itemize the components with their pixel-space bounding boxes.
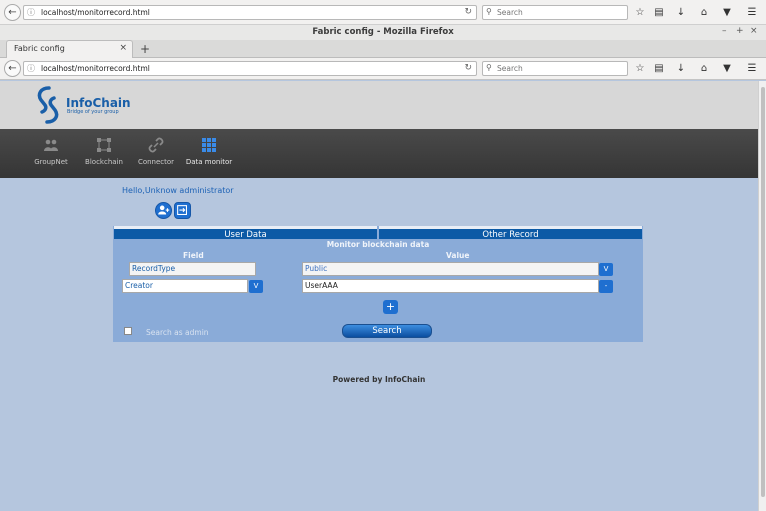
minimize-icon[interactable]: – bbox=[722, 26, 727, 36]
ghost-back-button[interactable]: ← bbox=[4, 4, 21, 21]
bookmark-star-icon[interactable]: ☆ bbox=[633, 6, 647, 20]
ghost-search-input[interactable] bbox=[497, 7, 625, 18]
close-tab-icon[interactable]: × bbox=[119, 43, 127, 53]
value-dropdown-button[interactable]: V bbox=[599, 263, 613, 276]
reading-list-icon[interactable]: ▤ bbox=[652, 62, 666, 76]
user-add-button[interactable] bbox=[155, 202, 172, 219]
value-input-public[interactable]: Public bbox=[302, 262, 599, 276]
scrollbar-thumb[interactable] bbox=[761, 87, 765, 497]
url-text: localhost/monitorrecord.html bbox=[41, 64, 150, 73]
infochain-logo-icon bbox=[37, 86, 59, 124]
url-path: /monitorrecord.html bbox=[74, 64, 150, 73]
monitor-title: Monitor blockchain data bbox=[326, 240, 430, 249]
nav-label-connector: Connector bbox=[137, 158, 175, 166]
reload-icon[interactable]: ↻ bbox=[464, 7, 472, 17]
nav-item-groupnet[interactable]: GroupNet bbox=[25, 137, 77, 166]
ghost-toolbar: ← ⓘ localhost/monitorrecord.html ↻ ⚲ ☆ ▤… bbox=[0, 0, 766, 25]
download-icon[interactable]: ↓ bbox=[674, 62, 688, 76]
ghost-url-bar[interactable]: ⓘ localhost/monitorrecord.html ↻ bbox=[23, 5, 477, 20]
back-button[interactable]: ← bbox=[4, 60, 21, 77]
search-as-admin-checkbox[interactable] bbox=[124, 327, 132, 335]
link-icon bbox=[148, 137, 164, 153]
browser-tab[interactable]: Fabric config × bbox=[6, 40, 133, 58]
ghost-url-text: localhost/monitorrecord.html bbox=[41, 8, 150, 17]
tab-strip: Fabric config × + bbox=[0, 40, 766, 58]
add-row-button[interactable]: + bbox=[383, 300, 398, 314]
nav-item-data-monitor[interactable]: Data monitor bbox=[183, 137, 235, 166]
group-icon bbox=[44, 139, 58, 151]
grid-icon bbox=[202, 138, 216, 152]
pocket-icon[interactable]: ▼ bbox=[720, 6, 734, 20]
value-input-useraaa[interactable]: UserAAA bbox=[302, 279, 599, 293]
maximize-icon[interactable]: + bbox=[736, 26, 744, 36]
search-input[interactable] bbox=[497, 63, 625, 74]
field-dropdown-button[interactable]: V bbox=[249, 280, 263, 293]
home-icon[interactable]: ⌂ bbox=[697, 6, 711, 20]
window-title: Fabric config - Mozilla Firefox bbox=[312, 27, 454, 37]
logout-icon bbox=[177, 205, 187, 215]
reading-list-icon[interactable]: ▤ bbox=[652, 6, 666, 20]
site-header: InfoChain Bridge of your group bbox=[0, 81, 758, 129]
field-input-creator[interactable]: Creator bbox=[122, 279, 248, 293]
nav-label-blockchain: Blockchain bbox=[85, 158, 123, 166]
new-tab-icon[interactable]: + bbox=[140, 42, 150, 56]
search-icon: ⚲ bbox=[486, 63, 492, 72]
ghost-search-box[interactable]: ⚲ bbox=[482, 5, 628, 20]
nav-label-data-monitor: Data monitor bbox=[185, 158, 233, 166]
reload-icon[interactable]: ↻ bbox=[464, 63, 472, 73]
nav-item-blockchain[interactable]: Blockchain bbox=[78, 137, 130, 166]
nav-item-connector[interactable]: Connector bbox=[130, 137, 182, 166]
info-icon: ⓘ bbox=[27, 8, 35, 17]
search-icon: ⚲ bbox=[486, 7, 492, 16]
logo-name: InfoChain bbox=[66, 96, 131, 110]
field-input-recordtype[interactable]: RecordType bbox=[129, 262, 256, 276]
tab-user-data[interactable]: User Data bbox=[114, 226, 377, 240]
navigation-bar: ← ⓘ localhost/monitorrecord.html ↻ ⚲ ☆ ▤… bbox=[0, 58, 766, 80]
menu-icon[interactable]: ☰ bbox=[745, 62, 759, 76]
value-column-header: Value bbox=[446, 251, 470, 260]
field-column-header: Field bbox=[183, 251, 204, 260]
logo-tagline: Bridge of your group bbox=[67, 109, 119, 115]
search-button[interactable]: Search bbox=[342, 324, 432, 338]
browser-tab-label: Fabric config bbox=[14, 44, 65, 53]
monitor-panel: User Data Other Record Monitor blockchai… bbox=[113, 226, 643, 342]
info-icon: ⓘ bbox=[27, 64, 35, 73]
page-content: InfoChain Bridge of your group GroupNet … bbox=[0, 81, 758, 511]
user-add-icon bbox=[158, 205, 170, 215]
greeting-text: Hello,Unknow administrator bbox=[122, 186, 234, 195]
footer-text: Powered by InfoChain bbox=[332, 375, 426, 384]
home-icon[interactable]: ⌂ bbox=[697, 62, 711, 76]
page-scrollbar[interactable] bbox=[758, 81, 766, 511]
remove-row-button[interactable]: - bbox=[599, 280, 613, 293]
menu-icon[interactable]: ☰ bbox=[745, 6, 759, 20]
tab-other-record[interactable]: Other Record bbox=[379, 226, 642, 240]
nav-label-groupnet: GroupNet bbox=[34, 158, 68, 166]
download-icon[interactable]: ↓ bbox=[674, 6, 688, 20]
close-window-icon[interactable]: × bbox=[750, 26, 758, 36]
blockchain-icon bbox=[97, 138, 111, 152]
search-as-admin-label: Search as admin bbox=[146, 328, 209, 337]
url-host: localhost bbox=[41, 64, 75, 73]
pocket-icon[interactable]: ▼ bbox=[720, 62, 734, 76]
bookmark-star-icon[interactable]: ☆ bbox=[633, 62, 647, 76]
logout-button[interactable] bbox=[174, 202, 191, 219]
search-box[interactable]: ⚲ bbox=[482, 61, 628, 76]
window-titlebar: Fabric config - Mozilla Firefox – + × bbox=[0, 25, 766, 40]
url-bar[interactable]: ⓘ localhost/monitorrecord.html ↻ bbox=[23, 61, 477, 76]
main-nav: GroupNet Blockchain Connector Data monit… bbox=[0, 129, 758, 178]
